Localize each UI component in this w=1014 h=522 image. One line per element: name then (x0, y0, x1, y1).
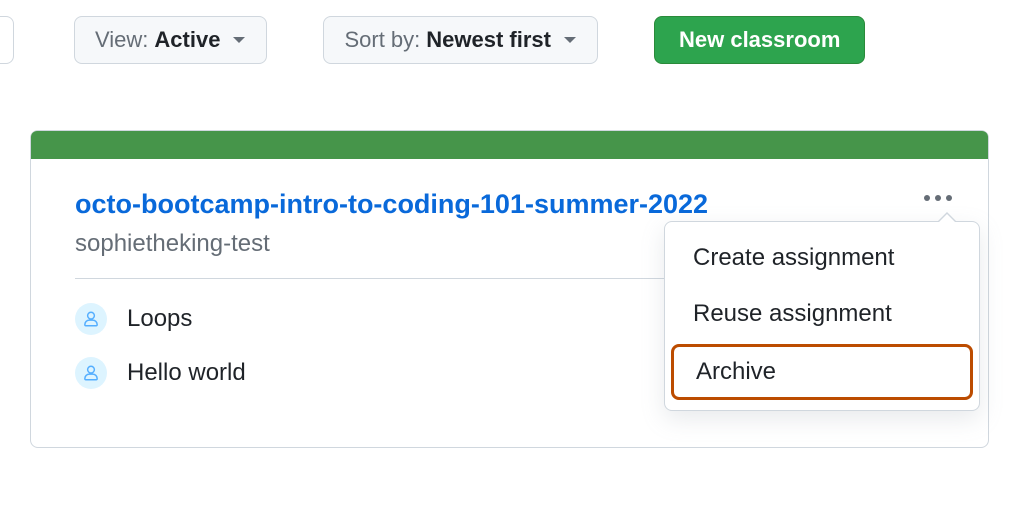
assignment-name: Loops (127, 305, 192, 333)
kebab-dot-icon (935, 195, 941, 201)
classroom-card: octo-bootcamp-intro-to-coding-101-summer… (30, 130, 989, 448)
card-body: octo-bootcamp-intro-to-coding-101-summer… (31, 159, 988, 447)
view-prefix-label: View: (95, 27, 148, 53)
card-accent-bar (31, 131, 988, 159)
partial-control[interactable] (0, 16, 14, 64)
sort-filter-dropdown[interactable]: Sort by: Newest first (323, 16, 598, 64)
toolbar: View: Active Sort by: Newest first New c… (0, 0, 1014, 80)
view-value-label: Active (154, 27, 220, 53)
new-classroom-label: New classroom (679, 27, 840, 53)
assignment-name: Hello world (127, 359, 246, 387)
classroom-actions-menu: Create assignment Reuse assignment Archi… (664, 221, 980, 411)
menu-item-reuse-assignment[interactable]: Reuse assignment (665, 286, 979, 342)
sort-prefix-label: Sort by: (344, 27, 420, 53)
sort-value-label: Newest first (426, 27, 551, 53)
more-options-button[interactable] (916, 187, 960, 209)
caret-down-icon (563, 35, 577, 45)
classroom-title-link[interactable]: octo-bootcamp-intro-to-coding-101-summer… (75, 189, 708, 220)
menu-item-archive[interactable]: Archive (671, 344, 973, 400)
new-classroom-button[interactable]: New classroom (654, 16, 865, 64)
person-icon (75, 303, 107, 335)
person-icon (75, 357, 107, 389)
view-filter-dropdown[interactable]: View: Active (74, 16, 267, 64)
caret-down-icon (232, 35, 246, 45)
kebab-dot-icon (946, 195, 952, 201)
menu-item-create-assignment[interactable]: Create assignment (665, 230, 979, 286)
kebab-dot-icon (924, 195, 930, 201)
